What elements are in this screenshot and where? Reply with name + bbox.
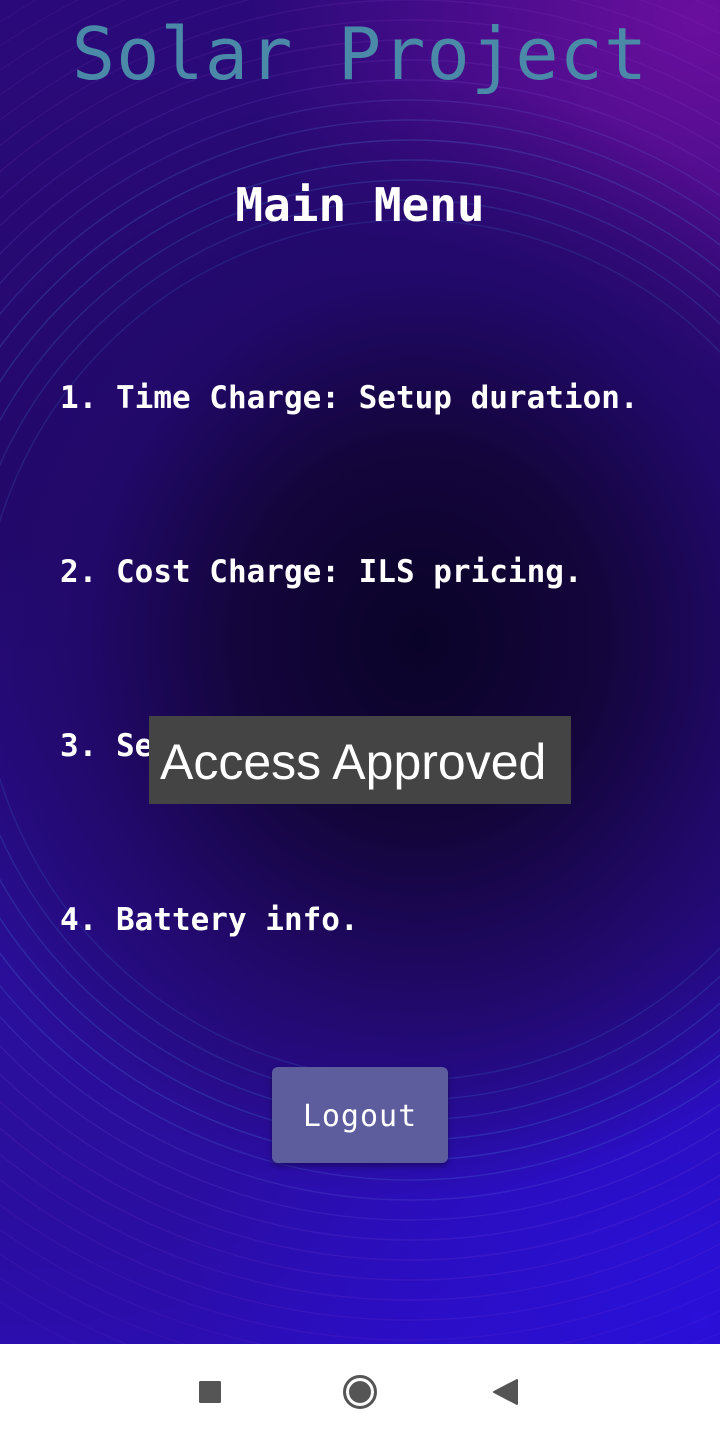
menu-title: Main Menu bbox=[235, 178, 485, 232]
menu-item-cost-charge[interactable]: 2. Cost Charge: ILS pricing. bbox=[60, 552, 583, 592]
recents-square-icon[interactable] bbox=[186, 1368, 234, 1416]
menu-item-time-charge[interactable]: 1. Time Charge: Setup duration. bbox=[60, 378, 639, 418]
app-title: Solar Project bbox=[71, 12, 649, 96]
menu-item-battery-info[interactable]: 4. Battery info. bbox=[60, 900, 359, 940]
menu-item-3[interactable]: 3. Se bbox=[60, 726, 153, 766]
system-navigation-bar bbox=[0, 1344, 720, 1440]
home-circle-icon[interactable] bbox=[336, 1368, 384, 1416]
logout-button[interactable]: Logout bbox=[272, 1067, 448, 1163]
back-triangle-icon[interactable] bbox=[482, 1368, 530, 1416]
app-screen: Solar Project Main Menu 1. Time Charge: … bbox=[0, 0, 720, 1344]
access-approved-toast: Access Approved bbox=[149, 716, 571, 804]
